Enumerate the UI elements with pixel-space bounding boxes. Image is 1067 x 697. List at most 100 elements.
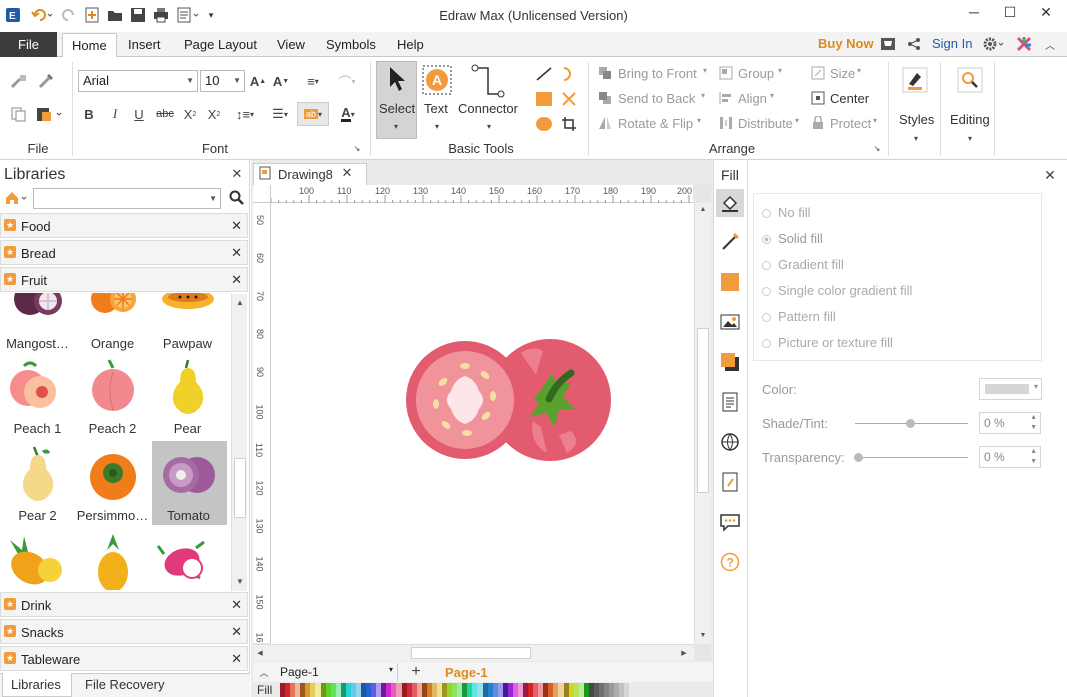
page-properties-icon[interactable]: [718, 390, 742, 414]
close-window-icon[interactable]: ✕: [1034, 4, 1058, 24]
underline-icon[interactable]: U: [130, 104, 148, 124]
chevron-down-icon[interactable]: ▾: [965, 133, 975, 143]
bold-icon[interactable]: B: [80, 104, 98, 124]
tab-file-recovery[interactable]: File Recovery: [85, 677, 164, 692]
canvas-vertical-scrollbar[interactable]: ▲ ▼: [694, 203, 711, 644]
color-palette[interactable]: [280, 683, 635, 697]
transparency-slider-handle[interactable]: [854, 453, 863, 462]
send-to-back-button[interactable]: Send to Back: [618, 91, 695, 106]
close-icon[interactable]: ✕: [231, 651, 242, 667]
crop-tool-icon[interactable]: [559, 114, 579, 134]
chevron-down-icon[interactable]: ▾: [697, 116, 701, 125]
decrease-font-icon[interactable]: A ▼: [272, 71, 290, 91]
library-category-drink[interactable]: ★ Drink ✕: [0, 592, 248, 617]
bullet-list-icon[interactable]: ☰ ▾: [265, 104, 295, 124]
fill-option-pattern-fill[interactable]: Pattern fill: [762, 309, 836, 324]
scroll-down-icon[interactable]: ▼: [234, 575, 246, 587]
tab-view[interactable]: View: [277, 36, 305, 57]
tab-help[interactable]: Help: [397, 36, 424, 57]
library-search-input[interactable]: ▼: [33, 188, 221, 209]
format-painter-icon[interactable]: [8, 71, 30, 91]
scroll-right-icon[interactable]: ▶: [679, 648, 689, 658]
shape-item[interactable]: [150, 530, 225, 591]
close-panel-icon[interactable]: ✕: [1042, 166, 1058, 184]
font-size-select[interactable]: 10 ▼: [200, 70, 245, 92]
protect-button[interactable]: Protect: [830, 116, 871, 131]
shape-item[interactable]: Pear 2: [0, 443, 75, 529]
chevron-down-icon[interactable]: ▾: [778, 66, 782, 75]
scroll-up-icon[interactable]: ▲: [234, 296, 246, 308]
close-panel-icon[interactable]: ✕: [229, 165, 245, 183]
distribute-button[interactable]: Distribute: [738, 116, 793, 131]
search-icon[interactable]: [955, 66, 985, 94]
fill-option-gradient-fill[interactable]: Gradient fill: [762, 257, 844, 272]
fill-option-solid-fill[interactable]: Solid fill: [762, 231, 823, 246]
scrollbar-thumb[interactable]: [411, 647, 531, 659]
brush-icon[interactable]: [35, 71, 57, 91]
text-direction-icon[interactable]: ⌒ ▾: [332, 71, 362, 91]
comment-icon[interactable]: [718, 510, 742, 534]
tab-insert[interactable]: Insert: [128, 36, 161, 57]
library-scrollbar[interactable]: ▲ ▼: [231, 294, 247, 591]
text-highlight-icon[interactable]: ab ▾: [297, 102, 329, 126]
shade-tint-input[interactable]: 0 % ▲ ▼: [979, 412, 1041, 434]
attachment-icon[interactable]: [718, 470, 742, 494]
tab-page-layout[interactable]: Page Layout: [184, 36, 257, 57]
close-icon[interactable]: ✕: [231, 272, 242, 288]
shape-item-selected[interactable]: Tomato: [151, 443, 226, 529]
page-navigation-icon[interactable]: ︿: [257, 664, 271, 680]
sign-in-link[interactable]: Sign In: [932, 36, 972, 51]
drawing-canvas[interactable]: [271, 203, 694, 644]
styles-button[interactable]: Styles: [899, 112, 934, 127]
scrollbar-thumb[interactable]: [697, 328, 709, 493]
library-category-bread[interactable]: ★ Bread ✕: [0, 240, 248, 265]
page-tab[interactable]: Page-1: [445, 665, 488, 680]
gear-icon[interactable]: [981, 35, 1007, 53]
help-icon[interactable]: ?: [718, 550, 742, 574]
shape-item[interactable]: Orange: [75, 293, 150, 357]
shape-item[interactable]: [0, 530, 75, 591]
spinner-icon[interactable]: ▲ ▼: [1030, 447, 1037, 467]
line-style-icon[interactable]: [718, 230, 742, 254]
paste-icon[interactable]: [34, 104, 66, 124]
connector-tool-icon[interactable]: [470, 63, 506, 99]
shape-item[interactable]: Persimmo…: [75, 443, 150, 529]
maximize-icon[interactable]: ☐: [998, 4, 1022, 24]
rectangle-tool-icon[interactable]: [533, 89, 555, 109]
chevron-down-icon[interactable]: ▾: [911, 133, 921, 143]
ellipse-tool-icon[interactable]: [533, 114, 555, 134]
transparency-input[interactable]: 0 % ▲ ▼: [979, 446, 1041, 468]
hyperlink-icon[interactable]: [718, 430, 742, 454]
line-tool-icon[interactable]: [533, 64, 555, 84]
chevron-down-icon[interactable]: ▾: [701, 91, 705, 100]
styles-icon[interactable]: [900, 66, 930, 94]
shape-item[interactable]: Mangost…: [0, 293, 75, 357]
spinner-icon[interactable]: ▲ ▼: [1030, 413, 1037, 433]
home-icon[interactable]: [3, 189, 31, 207]
scroll-up-icon[interactable]: ▲: [698, 203, 708, 215]
collapse-ribbon-icon[interactable]: ︿: [1042, 35, 1058, 53]
share-icon[interactable]: [905, 35, 923, 53]
shade-tint-slider-handle[interactable]: [906, 419, 915, 428]
close-icon[interactable]: ✕: [231, 218, 242, 234]
line-spacing-icon[interactable]: ↕≡ ▾: [229, 104, 261, 124]
copy-icon[interactable]: [8, 104, 30, 124]
image-icon[interactable]: [718, 310, 742, 334]
close-icon[interactable]: ✕: [231, 597, 242, 613]
fill-option-single-color-gradient[interactable]: Single color gradient fill: [762, 283, 912, 298]
close-icon[interactable]: ✕: [231, 245, 242, 261]
scroll-down-icon[interactable]: ▼: [698, 629, 708, 641]
group-button[interactable]: Group: [738, 66, 774, 81]
scroll-left-icon[interactable]: ◀: [255, 648, 265, 658]
file-tab[interactable]: File: [0, 32, 57, 57]
library-category-food[interactable]: ★ Food ✕: [0, 213, 248, 238]
tomato-shape[interactable]: [271, 203, 694, 644]
paint-bucket-icon[interactable]: [718, 191, 742, 215]
fill-option-no-fill[interactable]: No fill: [762, 205, 811, 220]
close-tab-icon[interactable]: ✕: [340, 165, 354, 181]
text-align-icon[interactable]: ≡ ▾: [298, 71, 328, 91]
tab-symbols[interactable]: Symbols: [326, 36, 376, 57]
color-swatch[interactable]: [629, 683, 635, 697]
canvas-horizontal-scrollbar[interactable]: ◀ ▶: [253, 644, 694, 661]
chevron-down-icon[interactable]: ▾: [703, 66, 707, 75]
